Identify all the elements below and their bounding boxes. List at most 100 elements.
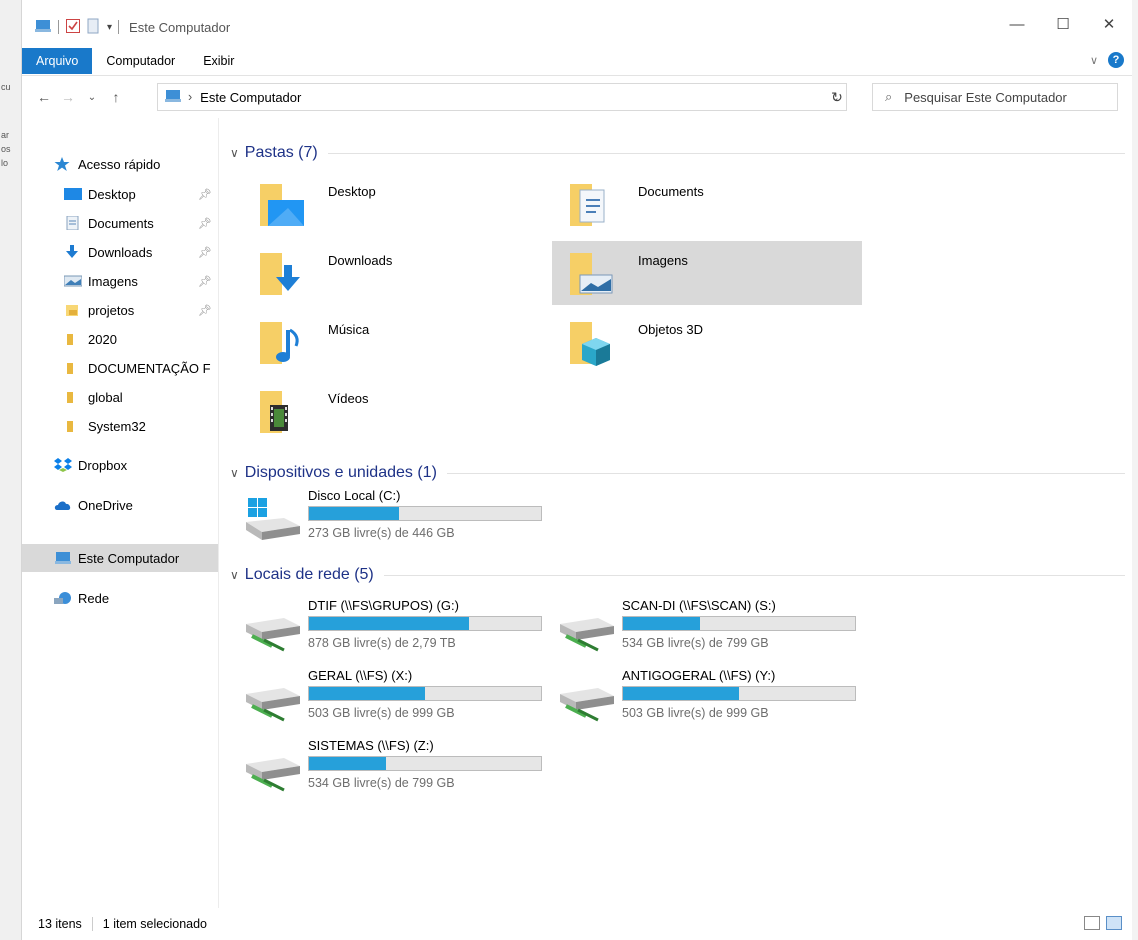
sidebar-item-label: Imagens [88,273,138,289]
folder-icon [64,361,82,375]
sidebar-item-onedrive[interactable]: OneDrive [22,491,218,519]
folder-desktop[interactable]: Desktop [242,172,552,236]
title-bar: ▾ Este Computador — ☐ ✕ [22,8,1132,46]
drive-disco-local-c[interactable]: Disco Local (C:) 273 GB livre(s) de 446 … [242,486,542,552]
search-input[interactable]: ⌕ Pesquisar Este Computador [872,83,1118,111]
sidebar-item-downloads[interactable]: Downloads 📌︎ [22,238,218,266]
refresh-button[interactable]: ↻ [822,83,852,111]
computer-icon [34,19,52,36]
sidebar-item-rede[interactable]: Rede [22,584,218,612]
group-header-dispositivos[interactable]: ∨ Dispositivos e unidades (1) [230,462,1125,484]
address-bar[interactable]: › Este Computador ⌄ [157,83,847,111]
collapse-chevron-icon[interactable]: ∨ [230,568,239,582]
network-drive-icon [242,606,302,652]
windows-drive-icon [242,496,302,542]
music-folder-icon [256,316,306,368]
sidebar-item-desktop[interactable]: Desktop 📌︎ [22,180,218,208]
collapse-chevron-icon[interactable]: ∨ [230,466,239,480]
network-drive-g[interactable]: DTIF (\\FS\GRUPOS) (G:) 878 GB livre(s) … [242,596,542,662]
network-drive-icon [556,606,616,652]
drive-free-space: 273 GB livre(s) de 446 GB [308,526,455,540]
sidebar-item-label: Rede [78,590,110,606]
sidebar-item-documents[interactable]: Documents 📌︎ [22,209,218,237]
sidebar-item-dropbox[interactable]: Dropbox [22,451,218,479]
folder-documents[interactable]: Documents [552,172,862,236]
up-arrow-icon[interactable]: ↑ [104,89,128,105]
folder-label: Imagens [638,253,688,268]
collapse-chevron-icon[interactable]: ∨ [230,146,239,160]
sidebar-item-imagens[interactable]: Imagens 📌︎ [22,267,218,295]
recent-locations-icon[interactable]: ⌄ [80,92,104,103]
network-drive-y[interactable]: ANTIGOGERAL (\\FS) (Y:) 503 GB livre(s) … [556,666,856,732]
network-drive-icon [556,676,616,722]
pin-icon[interactable]: 📌︎ [198,275,212,288]
folder-objetos-3d[interactable]: Objetos 3D [552,310,862,374]
sidebar-item-projetos[interactable]: projetos 📌︎ [22,296,218,324]
sidebar-item-acesso-rapido[interactable]: Acesso rápido [22,150,218,178]
pin-icon[interactable]: 📌︎ [198,304,212,317]
drive-free-space: 534 GB livre(s) de 799 GB [622,636,769,650]
sidebar-item-documentacao[interactable]: DOCUMENTAÇÃO F [22,354,218,382]
forward-arrow-icon[interactable]: → [56,89,80,105]
large-icons-view-icon[interactable] [1106,916,1122,930]
breadcrumb[interactable]: Este Computador [200,90,301,105]
sidebar-item-2020[interactable]: 2020 [22,325,218,353]
help-button[interactable]: ? [1108,52,1124,68]
properties-icon[interactable] [65,18,81,37]
network-drive-icon [242,676,302,722]
sidebar-item-global[interactable]: global [22,383,218,411]
breadcrumb-separator-icon[interactable]: › [188,90,192,104]
group-header-pastas[interactable]: ∨ Pastas (7) [230,142,1125,164]
separator [91,917,93,931]
maximize-button[interactable]: ☐ [1040,8,1086,40]
drive-usage-bar [308,756,542,771]
drive-usage-bar [308,506,542,521]
drive-usage-fill [309,617,470,630]
sidebar-item-este-computador[interactable]: Este Computador [22,544,218,572]
pin-icon[interactable]: 📌︎ [198,246,212,259]
window-title: Este Computador [129,19,231,35]
tab-exibir[interactable]: Exibir [189,48,248,74]
customize-toolbar-icon[interactable]: ▾ [107,22,112,33]
star-icon [54,157,72,171]
folder-icon [64,390,82,404]
drive-name: SISTEMAS (\\FS) (Z:) [308,738,434,753]
new-folder-icon[interactable] [87,18,101,37]
group-header-locais-de-rede[interactable]: ∨ Locais de rede (5) [230,564,1125,586]
drive-usage-bar [308,686,542,701]
tab-computador[interactable]: Computador [92,48,189,74]
drive-usage-fill [623,687,739,700]
folder-icon [64,303,82,317]
folder-imagens[interactable]: Imagens [552,241,862,305]
details-view-icon[interactable] [1084,916,1100,930]
sidebar-item-system32[interactable]: System32 [22,412,218,440]
folder-downloads[interactable]: Downloads [242,241,552,305]
drive-usage-bar [622,616,856,631]
drive-free-space: 503 GB livre(s) de 999 GB [308,706,455,720]
close-button[interactable]: ✕ [1086,8,1132,40]
back-arrow-icon[interactable]: ← [32,89,56,105]
expand-ribbon-icon[interactable]: ∨ [1090,54,1098,67]
sidebar-item-label: DOCUMENTAÇÃO F [88,360,211,376]
search-placeholder: Pesquisar Este Computador [904,89,1067,105]
tab-arquivo[interactable]: Arquivo [22,47,93,74]
drive-name: GERAL (\\FS) (X:) [308,668,413,683]
network-icon [54,591,72,605]
background-text: cu [1,82,11,92]
drive-usage-bar [622,686,856,701]
sidebar-item-label: global [88,389,123,405]
downloads-arrow-icon [64,245,82,259]
pin-icon[interactable]: 📌︎ [198,188,212,201]
dropbox-icon [54,458,72,472]
network-drive-x[interactable]: GERAL (\\FS) (X:) 503 GB livre(s) de 999… [242,666,542,732]
folder-videos[interactable]: Vídeos [242,379,552,443]
pin-icon[interactable]: 📌︎ [198,217,212,230]
network-drive-s[interactable]: SCAN-DI (\\FS\SCAN) (S:) 534 GB livre(s)… [556,596,856,662]
drive-name: ANTIGOGERAL (\\FS) (Y:) [622,668,776,683]
drive-usage-fill [309,507,400,520]
background-desktop: cu ar os lo [0,0,22,940]
folder-musica[interactable]: Música [242,310,552,374]
minimize-button[interactable]: — [994,8,1040,40]
network-drive-z[interactable]: SISTEMAS (\\FS) (Z:) 534 GB livre(s) de … [242,736,542,802]
network-drive-icon [242,746,302,792]
